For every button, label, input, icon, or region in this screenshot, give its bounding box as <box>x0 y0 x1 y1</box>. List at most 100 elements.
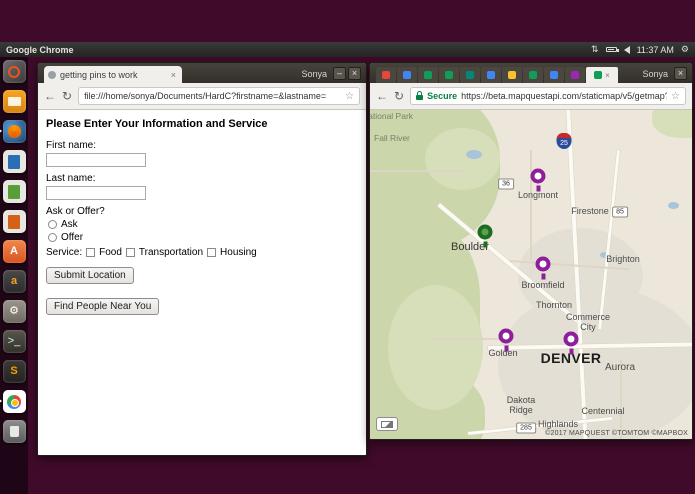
launcher-icon-chrome[interactable] <box>0 390 26 413</box>
last-name-input[interactable] <box>46 186 146 200</box>
launcher-icon-dash-home[interactable] <box>2 60 26 83</box>
tab-favicon-icon <box>594 71 603 79</box>
map-label-national-park: National Park <box>370 111 414 121</box>
tab-label: getting pins to work <box>60 69 138 80</box>
first-name-input[interactable] <box>46 153 146 167</box>
right-window-titlebar[interactable]: × Sonya × <box>370 63 692 83</box>
launcher-icon-trash[interactable] <box>2 420 26 443</box>
close-button[interactable]: × <box>674 67 687 80</box>
browser-tab[interactable] <box>523 67 543 83</box>
map-pin-longmont[interactable] <box>530 168 546 192</box>
route-shield-85: 85 <box>612 206 628 218</box>
refresh-button[interactable]: ↻ <box>62 90 72 102</box>
route-shield-285: 285 <box>516 422 536 434</box>
volume-icon[interactable] <box>623 45 630 54</box>
back-button[interactable]: ← <box>44 90 56 102</box>
browser-tab[interactable] <box>439 67 459 83</box>
url-text: https://beta.mapquestapi.com/staticmap/v… <box>461 91 668 101</box>
map-label-highlands: Highlands <box>537 419 579 429</box>
map-label-firestone: Firestone <box>571 206 609 216</box>
launcher-icon-system-settings[interactable]: ⚙ <box>2 300 26 323</box>
food-checkbox-label: Food <box>99 247 122 258</box>
browser-tab[interactable] <box>460 67 480 83</box>
bookmark-star-icon[interactable]: ☆ <box>671 91 680 102</box>
launcher-icon-sublime-text[interactable]: S <box>2 360 26 383</box>
route-shield-36: 36 <box>498 178 514 190</box>
tab-close-icon[interactable]: × <box>169 70 178 80</box>
right-chrome-window: × Sonya × ← ↻ Secure https://beta.mapque… <box>369 62 693 440</box>
back-button[interactable]: ← <box>376 90 388 102</box>
last-name-label: Last name: <box>46 173 96 184</box>
map-label-brighton: Brighton <box>606 254 640 264</box>
browser-tab-active[interactable]: × <box>586 67 618 83</box>
map-pin-boulder[interactable] <box>477 224 493 248</box>
map-label-aurora: Aurora <box>604 362 636 373</box>
tab-close-icon[interactable]: × <box>605 71 610 80</box>
secure-label: Secure <box>427 91 458 101</box>
menubar-indicators: ⇅ 11:37 AM ⚙ <box>591 44 689 55</box>
bookmark-star-icon[interactable]: ☆ <box>345 91 354 102</box>
secure-lock-icon <box>416 91 424 100</box>
map-expand-button[interactable] <box>376 417 398 431</box>
browser-tab[interactable] <box>418 67 438 83</box>
map-pin-broomfield[interactable] <box>535 256 551 280</box>
service-label: Service: <box>46 247 83 258</box>
form-heading: Please Enter Your Information and Servic… <box>46 118 268 130</box>
network-icon[interactable]: ⇅ <box>591 44 599 55</box>
tab-favicon-icon <box>424 71 432 79</box>
tab-favicon-icon <box>529 71 537 79</box>
minimize-button[interactable]: – <box>333 67 346 80</box>
launcher-icon-amazon[interactable]: a <box>2 270 26 293</box>
url-text: file:///home/sonya/Documents/HardC?first… <box>84 91 327 101</box>
find-people-button[interactable]: Find People Near You <box>46 298 160 315</box>
map[interactable]: 36 25 85 285 National Park Fall River Lo… <box>370 110 692 439</box>
address-bar[interactable]: file:///home/sonya/Documents/HardC?first… <box>78 87 360 105</box>
tab-favicon-icon <box>445 71 453 79</box>
offer-radio[interactable] <box>48 233 57 242</box>
tab-getting-pins[interactable]: getting pins to work × <box>44 66 182 83</box>
lake <box>668 202 679 209</box>
radio-row-ask[interactable]: Ask <box>48 219 366 230</box>
map-label-thornton: Thornton <box>535 300 573 310</box>
browser-tab[interactable] <box>565 67 585 83</box>
launcher-icon-libreoffice-impress[interactable] <box>2 210 26 233</box>
battery-icon[interactable] <box>605 47 619 52</box>
browser-tab[interactable] <box>481 67 501 83</box>
launcher-icon-firefox[interactable] <box>0 120 26 143</box>
food-checkbox[interactable] <box>86 248 96 257</box>
launcher-icon-libreoffice-calc[interactable] <box>2 180 26 203</box>
map-label-centennial: Centennial <box>581 406 625 416</box>
refresh-button[interactable]: ↻ <box>394 90 404 102</box>
left-chrome-window: getting pins to work × Sonya – × ← ↻ fil… <box>37 62 367 456</box>
tab-favicon-icon <box>487 71 495 79</box>
housing-checkbox[interactable] <box>207 248 217 257</box>
submit-location-button[interactable]: Submit Location <box>46 267 134 284</box>
launcher-icon-files[interactable] <box>2 90 26 113</box>
launcher-icon-ubuntu-software[interactable]: A <box>2 240 26 263</box>
transportation-checkbox[interactable] <box>125 248 135 257</box>
address-bar[interactable]: Secure https://beta.mapquestapi.com/stat… <box>410 87 686 105</box>
map-label-broomfield: Broomfield <box>521 280 565 290</box>
map-pin-golden[interactable] <box>498 328 514 352</box>
right-window-toolbar: ← ↻ Secure https://beta.mapquestapi.com/… <box>370 83 692 110</box>
browser-tab[interactable] <box>502 67 522 83</box>
tab-favicon-icon <box>382 71 390 79</box>
road-minor <box>530 150 532 260</box>
browser-tab[interactable] <box>397 67 417 83</box>
clock[interactable]: 11:37 AM <box>637 45 674 55</box>
left-window-titlebar[interactable]: getting pins to work × Sonya – × <box>38 63 366 83</box>
radio-row-offer[interactable]: Offer <box>48 232 366 243</box>
map-pin-denver[interactable] <box>563 331 579 355</box>
map-label-fall-river: Fall River <box>374 133 410 143</box>
lake <box>466 150 482 159</box>
launcher-icon-libreoffice-writer[interactable] <box>2 150 26 173</box>
close-button[interactable]: × <box>348 67 361 80</box>
launcher-icon-terminal[interactable]: >_ <box>2 330 26 353</box>
browser-tab[interactable] <box>544 67 564 83</box>
browser-tab[interactable] <box>376 67 396 83</box>
terrain-green <box>652 110 692 138</box>
session-gear-icon[interactable]: ⚙ <box>681 44 689 55</box>
ask-offer-label: Ask or Offer? <box>46 206 105 217</box>
ask-radio[interactable] <box>48 220 57 229</box>
tab-favicon-icon <box>403 71 411 79</box>
